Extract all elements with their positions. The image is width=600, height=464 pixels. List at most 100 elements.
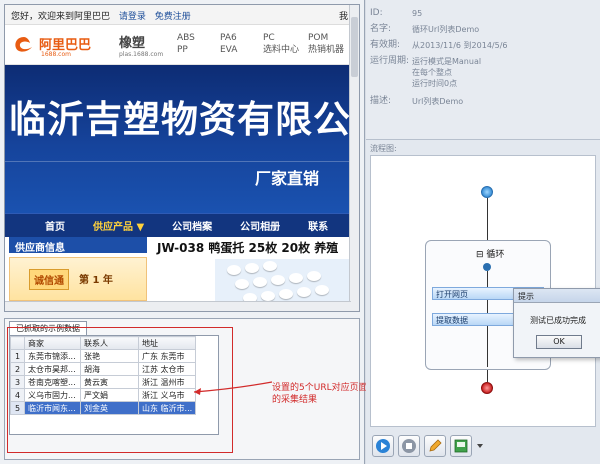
cell-address[interactable]: 广东 东莞市 (137, 349, 197, 363)
prop-label-name: 名字: (370, 24, 392, 34)
cell-contact[interactable]: 张艳 (80, 349, 139, 363)
table-row[interactable]: 4 义乌市固力... 严文娟 浙江 义乌市 (10, 388, 197, 402)
flow-label: 流程图: (370, 144, 397, 153)
flow-end-node[interactable] (481, 382, 493, 394)
membership-year: 第 1 年 (79, 275, 113, 286)
tab-sample-data[interactable]: 已抓取的示例数据 (9, 321, 87, 335)
cell-merchant[interactable]: 苍南克喀塑... (24, 375, 81, 389)
nav-album[interactable]: 公司相册 (240, 218, 280, 233)
category-title: 橡塑 (119, 36, 146, 51)
category-link[interactable]: PP (177, 44, 195, 56)
category-sub: plas.1688.com (119, 51, 164, 58)
annotation-arrow-icon (193, 381, 273, 395)
run-toolbar (370, 432, 596, 460)
column-header-contact[interactable]: 联系人 (80, 336, 139, 350)
flow-connector (487, 198, 488, 240)
prop-value-name: 循环Url列表Demo (412, 25, 480, 34)
row-number: 1 (10, 349, 25, 363)
ok-button[interactable]: OK (536, 335, 582, 349)
alibaba-logo-icon (15, 37, 32, 52)
flow-canvas[interactable]: ⊟ 循环 打开网页 提取数据 提示 测试已成功完成 OK (370, 155, 600, 427)
supplier-panel: 供应商信息 诚信通 第 1 年 (9, 237, 147, 303)
task-panel: ID: 95 名字: 循环Url列表Demo 有效期: 从2013/11/6 到… (366, 0, 600, 464)
task-properties: ID: 95 名字: 循环Url列表Demo 有效期: 从2013/11/6 到… (366, 0, 600, 140)
cell-address[interactable]: 浙江 温州市 (137, 375, 197, 389)
row-number: 3 (10, 375, 25, 389)
nav-products[interactable]: 供应产品 ▼ (93, 218, 144, 233)
category-link[interactable]: 热销机器 (308, 44, 344, 56)
dropdown-arrow-icon[interactable] (476, 442, 484, 450)
category-link[interactable]: 选料中心 (263, 44, 299, 56)
greeting-text: 您好，欢迎来到阿里巴巴 (11, 12, 111, 22)
row-number: 5 (10, 401, 25, 415)
category-col-4: POM 热销机器 (308, 32, 344, 56)
column-header-address[interactable]: 地址 (137, 336, 197, 350)
category-link[interactable]: ABS (177, 32, 195, 44)
table-row[interactable]: 2 太仓市昊邦... 胡海 江苏 太仓市 (10, 362, 197, 376)
loop-marker-icon (483, 263, 491, 271)
cell-contact[interactable]: 胡海 (80, 362, 139, 376)
message-dialog: 提示 测试已成功完成 OK (513, 288, 600, 358)
nav-profile[interactable]: 公司档案 (172, 218, 212, 233)
cell-contact[interactable]: 黄云寅 (80, 375, 139, 389)
product-title[interactable]: JW-038 鸭蛋托 25枚 20枚 养殖 (157, 239, 338, 256)
row-number: 2 (10, 362, 25, 376)
column-header-merchant[interactable]: 商家 (24, 336, 81, 350)
annotation-text: 设置的5个URL对应页面的采集结果 (272, 383, 368, 405)
cell-merchant[interactable]: 临沂市闻东... (24, 401, 81, 415)
dialog-title: 提示 (514, 289, 600, 303)
nav-home[interactable]: 首页 (45, 218, 65, 233)
chengxintong-badge: 诚信通 (29, 269, 69, 290)
category-col-1: ABS PP (177, 32, 195, 56)
vertical-scrollbar[interactable] (349, 5, 359, 311)
category-link[interactable]: PC (263, 32, 299, 44)
cell-contact[interactable]: 严文娟 (80, 388, 139, 402)
stop-button[interactable] (398, 435, 420, 457)
logo-sub: 1688.com (41, 51, 71, 58)
category-col-3: PC 选料中心 (263, 32, 299, 56)
prop-value-description: Url列表Demo (412, 97, 464, 106)
table-row[interactable]: 3 苍南克喀塑... 黄云寅 浙江 温州市 (10, 375, 197, 389)
cell-merchant[interactable]: 东莞市锦添... (24, 349, 81, 363)
table-row[interactable]: 1 东莞市锦添... 张艳 广东 东莞市 (10, 349, 197, 363)
banner-title: 临沂吉塑物资有限公 (9, 97, 351, 141)
product-image[interactable] (215, 259, 351, 303)
cell-contact[interactable]: 刘金英 (80, 401, 139, 415)
category-col-2: PA6 EVA (220, 32, 237, 56)
flow-connector (487, 370, 488, 382)
cell-address[interactable]: 江苏 太仓市 (137, 362, 197, 376)
flow-start-node[interactable] (481, 186, 493, 198)
horizontal-scrollbar[interactable] (5, 301, 351, 311)
prop-label-schedule: 运行周期: (370, 56, 410, 66)
topbar-right-text: 我 (339, 12, 349, 22)
nav-contact[interactable]: 联系 (308, 218, 328, 233)
company-banner: 临沂吉塑物资有限公 厂家直销 (5, 65, 359, 213)
register-link[interactable]: 免费注册 (155, 12, 191, 22)
play-icon (376, 439, 390, 453)
row-number-header (10, 336, 25, 350)
cell-merchant[interactable]: 太仓市昊邦... (24, 362, 81, 376)
data-grid[interactable]: 商家 联系人 地址 1 东莞市锦添... 张艳 广东 东莞市 2 太仓市昊邦..… (9, 335, 219, 435)
site-header: 阿里巴巴 1688.com 橡塑 plas.1688.com ABS PP PA… (5, 25, 359, 65)
cell-address[interactable]: 浙江 义乌市 (137, 388, 197, 402)
cell-merchant[interactable]: 义乌市固力... (24, 388, 81, 402)
edit-button[interactable] (424, 435, 446, 457)
prop-label-validity: 有效期: (370, 40, 401, 50)
category-link[interactable]: POM (308, 32, 344, 44)
pencil-icon (429, 439, 442, 452)
company-nav: 首页 供应产品 ▼ 公司档案 公司相册 联系 (5, 213, 359, 237)
browser-view[interactable]: 您好，欢迎来到阿里巴巴 请登录 免费注册 我 阿里巴巴 1688.com 橡塑 … (4, 4, 360, 312)
category-link[interactable]: PA6 (220, 32, 237, 44)
site-topbar: 您好，欢迎来到阿里巴巴 请登录 免费注册 我 (5, 5, 359, 25)
prop-label-description: 描述: (370, 96, 392, 106)
table-row-selected[interactable]: 5 临沂市闻东... 刘金英 山东 临沂市... (10, 401, 197, 415)
login-link[interactable]: 请登录 (119, 12, 146, 22)
category-link[interactable]: EVA (220, 44, 237, 56)
save-button[interactable] (450, 435, 472, 457)
cell-address[interactable]: 山东 临沂市... (137, 401, 197, 415)
run-button[interactable] (372, 435, 394, 457)
prop-value-schedule-3: 运行时间0点 (412, 79, 458, 88)
dialog-message: 测试已成功完成 (530, 316, 586, 325)
content-area: 供应商信息 诚信通 第 1 年 JW-038 鸭蛋托 25枚 20枚 养殖 (5, 237, 359, 303)
loop-title[interactable]: ⊟ 循环 (476, 247, 504, 260)
